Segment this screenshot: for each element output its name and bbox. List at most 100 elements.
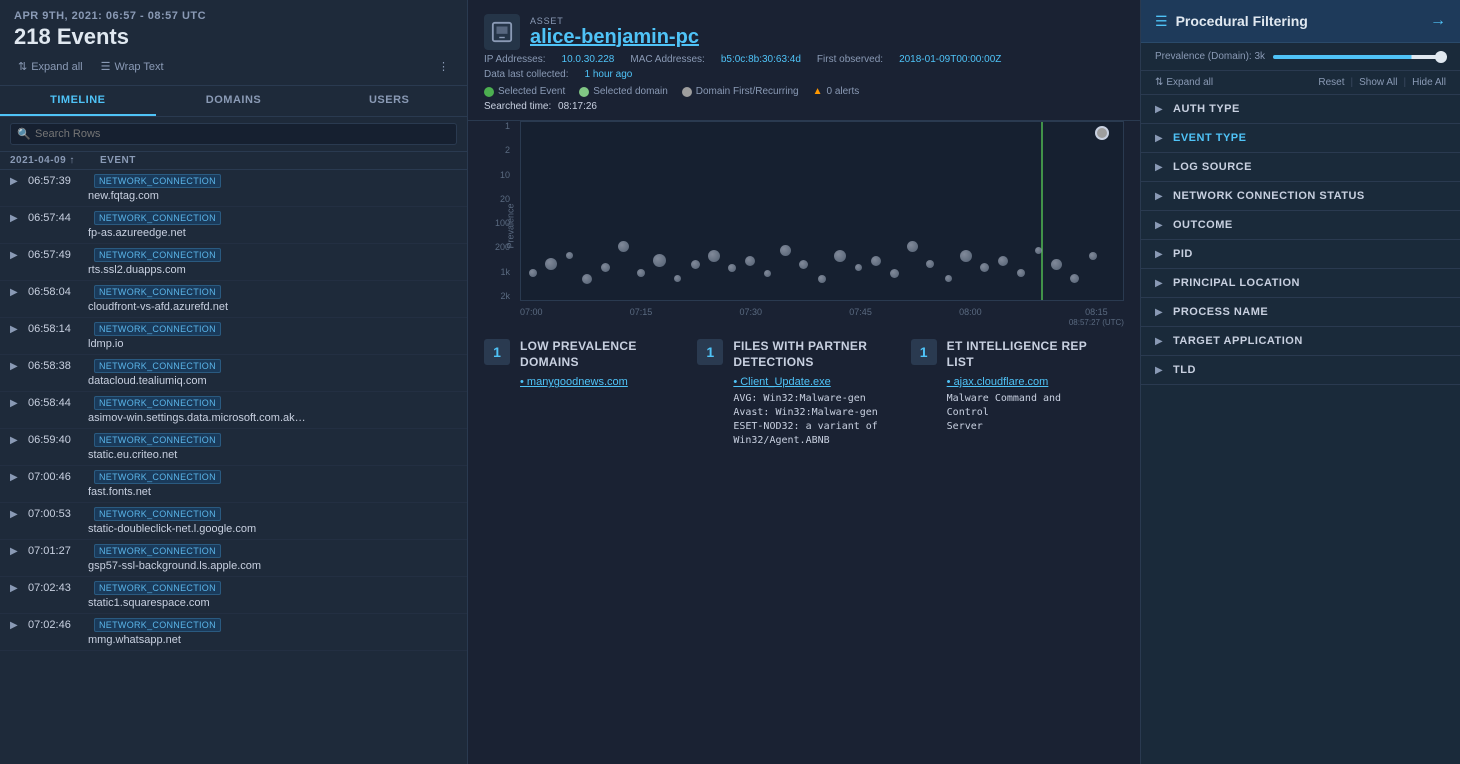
search-input[interactable] xyxy=(10,123,457,145)
expand-arrow: ▶ xyxy=(10,250,22,261)
filter-section-pid[interactable]: ▶ PID xyxy=(1141,240,1460,269)
chart-bubble xyxy=(674,275,681,282)
expand-arrow: ▶ xyxy=(10,398,22,409)
filter-icon: ☰ xyxy=(1155,13,1168,30)
event-time: 07:00:53 xyxy=(28,508,88,520)
low-prevalence-domain[interactable]: • manygoodnews.com xyxy=(520,376,681,388)
filter-chevron: ▶ xyxy=(1155,249,1165,260)
event-row[interactable]: ▶ 06:59:40 NETWORK_CONNECTION static.eu.… xyxy=(0,429,467,466)
wrap-icon: ☰ xyxy=(101,60,111,73)
et-intelligence-details: Malware Command and Control Server xyxy=(947,392,1108,434)
more-button[interactable]: ⋮ xyxy=(434,58,453,75)
event-time: 06:58:38 xyxy=(28,360,88,372)
event-row[interactable]: ▶ 06:58:14 NETWORK_CONNECTION ldmp.io xyxy=(0,318,467,355)
column-headers: 2021-04-09 ↑ EVENT xyxy=(0,152,467,170)
expand-arrow: ▶ xyxy=(10,287,22,298)
files-partner-items: • Client_Update.exe AVG: Win32:Malware-g… xyxy=(697,376,894,448)
event-row[interactable]: ▶ 07:02:43 NETWORK_CONNECTION static1.sq… xyxy=(0,577,467,614)
event-row[interactable]: ▶ 06:57:39 NETWORK_CONNECTION new.fqtag.… xyxy=(0,170,467,207)
prevalence-slider[interactable] xyxy=(1273,55,1446,59)
chart-bubble xyxy=(545,258,557,270)
right-toolbar: ⇅ Expand all Reset | Show All | Hide All xyxy=(1141,71,1460,95)
right-toolbar-left: ⇅ Expand all xyxy=(1155,77,1213,88)
low-prevalence-items: • manygoodnews.com xyxy=(484,376,681,388)
filter-section-log-source[interactable]: ▶ LOG SOURCE xyxy=(1141,153,1460,182)
filter-section-tld[interactable]: ▶ TLD xyxy=(1141,356,1460,385)
event-row[interactable]: ▶ 06:58:38 NETWORK_CONNECTION datacloud.… xyxy=(0,355,467,392)
chart-bubble xyxy=(764,270,771,277)
filter-section-outcome[interactable]: ▶ OUTCOME xyxy=(1141,211,1460,240)
data-collected-value[interactable]: 1 hour ago xyxy=(585,69,633,80)
ip-address[interactable]: 10.0.30.228 xyxy=(562,54,615,65)
event-tag: NETWORK_CONNECTION xyxy=(94,248,221,262)
filter-section-target-application[interactable]: ▶ TARGET APPLICATION xyxy=(1141,327,1460,356)
legend-selected-event: Selected Event xyxy=(484,86,565,97)
first-observed-value[interactable]: 2018-01-09T00:00:00Z xyxy=(899,54,1001,65)
filter-section-auth-type[interactable]: ▶ AUTH TYPE xyxy=(1141,95,1460,124)
event-row[interactable]: ▶ 07:01:27 NETWORK_CONNECTION gsp57-ssl-… xyxy=(0,540,467,577)
left-header: APR 9TH, 2021: 06:57 - 08:57 UTC 218 Eve… xyxy=(0,0,467,86)
ip-label: IP Addresses: xyxy=(484,54,546,65)
event-row[interactable]: ▶ 06:57:44 NETWORK_CONNECTION fp-as.azur… xyxy=(0,207,467,244)
chart-area: 1 2 10 20 100 200 1k 2k Prevalence 07:00… xyxy=(468,121,1140,331)
right-toolbar-right: Reset | Show All | Hide All xyxy=(1318,77,1446,88)
chart-bubble xyxy=(780,245,791,256)
chart-container: 1 2 10 20 100 200 1k 2k Prevalence 07:00… xyxy=(484,121,1124,331)
search-icon: 🔍 xyxy=(17,128,31,141)
asset-name[interactable]: alice-benjamin-pc xyxy=(530,26,699,49)
toolbar: ⇅ Expand all ☰ Wrap Text ⋮ xyxy=(14,54,453,79)
event-tag: NETWORK_CONNECTION xyxy=(94,433,221,447)
event-row[interactable]: ▶ 07:00:46 NETWORK_CONNECTION fast.fonts… xyxy=(0,466,467,503)
reset-button[interactable]: Reset xyxy=(1318,77,1344,88)
event-domain: static-doubleclick-net.l.google.com xyxy=(10,523,457,535)
chart-bubble xyxy=(998,256,1008,266)
legend-alerts: ▲ 0 alerts xyxy=(813,86,860,97)
tab-domains[interactable]: DOMAINS xyxy=(156,86,312,116)
filter-chevron: ▶ xyxy=(1155,191,1165,202)
filter-section-network-connection-status[interactable]: ▶ NETWORK CONNECTION STATUS xyxy=(1141,182,1460,211)
wrap-text-button[interactable]: ☰ Wrap Text xyxy=(97,58,168,75)
event-time: 06:57:49 xyxy=(28,249,88,261)
filter-section-process-name[interactable]: ▶ PROCESS NAME xyxy=(1141,298,1460,327)
chart-bubble xyxy=(907,241,918,252)
et-intelligence-count: 1 xyxy=(911,339,937,365)
tab-users[interactable]: USERS xyxy=(311,86,467,116)
mac-address[interactable]: b5:0c:8b:30:63:4d xyxy=(721,54,801,65)
files-partner-section: 1 FILES WITH PARTNERDETECTIONS • Client_… xyxy=(697,339,910,756)
filter-label-auth-type: AUTH TYPE xyxy=(1173,103,1240,115)
filter-section-event-type[interactable]: ▶ EVENT TYPE xyxy=(1141,124,1460,153)
expand-arrow: ▶ xyxy=(10,509,22,520)
expand-arrow: ▶ xyxy=(10,176,22,187)
legend-row: Selected Event Selected domain Domain Fi… xyxy=(484,86,1124,97)
chart-bubble xyxy=(728,264,736,272)
right-header: ☰ Procedural Filtering → xyxy=(1141,0,1460,43)
chart-x-labels: 07:00 07:15 07:30 07:45 08:00 08:1508:57… xyxy=(520,303,1124,331)
filter-label-principal-location: PRINCIPAL LOCATION xyxy=(1173,277,1300,289)
event-row[interactable]: ▶ 07:00:53 NETWORK_CONNECTION static-dou… xyxy=(0,503,467,540)
event-row[interactable]: ▶ 07:02:46 NETWORK_CONNECTION mmg.whatsa… xyxy=(0,614,467,651)
chart-bubble xyxy=(601,263,610,272)
show-all-button[interactable]: Show All xyxy=(1359,77,1397,88)
event-domain: datacloud.tealiumiq.com xyxy=(10,375,457,387)
filter-chevron: ▶ xyxy=(1155,104,1165,115)
event-row[interactable]: ▶ 06:57:49 NETWORK_CONNECTION rts.ssl2.d… xyxy=(0,244,467,281)
event-time: 07:02:46 xyxy=(28,619,88,631)
right-expand-all-button[interactable]: ⇅ Expand all xyxy=(1155,77,1213,88)
chart-bubble xyxy=(691,260,700,269)
chart-bubble xyxy=(1035,247,1042,254)
chart-bubble xyxy=(926,260,934,268)
search-row: 🔍 xyxy=(0,117,467,152)
right-arrow-button[interactable]: → xyxy=(1430,12,1446,30)
event-tag: NETWORK_CONNECTION xyxy=(94,285,221,299)
expand-icon: ⇅ xyxy=(18,60,27,73)
tab-timeline[interactable]: TIMELINE xyxy=(0,86,156,116)
event-row[interactable]: ▶ 06:58:44 NETWORK_CONNECTION asimov-win… xyxy=(0,392,467,429)
filter-chevron: ▶ xyxy=(1155,307,1165,318)
et-intelligence-domain[interactable]: • ajax.cloudflare.com xyxy=(947,376,1108,388)
event-row[interactable]: ▶ 06:58:04 NETWORK_CONNECTION cloudfront… xyxy=(0,281,467,318)
hide-all-button[interactable]: Hide All xyxy=(1412,77,1446,88)
filter-section-principal-location[interactable]: ▶ PRINCIPAL LOCATION xyxy=(1141,269,1460,298)
files-partner-filename[interactable]: • Client_Update.exe xyxy=(733,376,894,388)
expand-all-button[interactable]: ⇅ Expand all xyxy=(14,58,87,75)
expand-arrow: ▶ xyxy=(10,324,22,335)
